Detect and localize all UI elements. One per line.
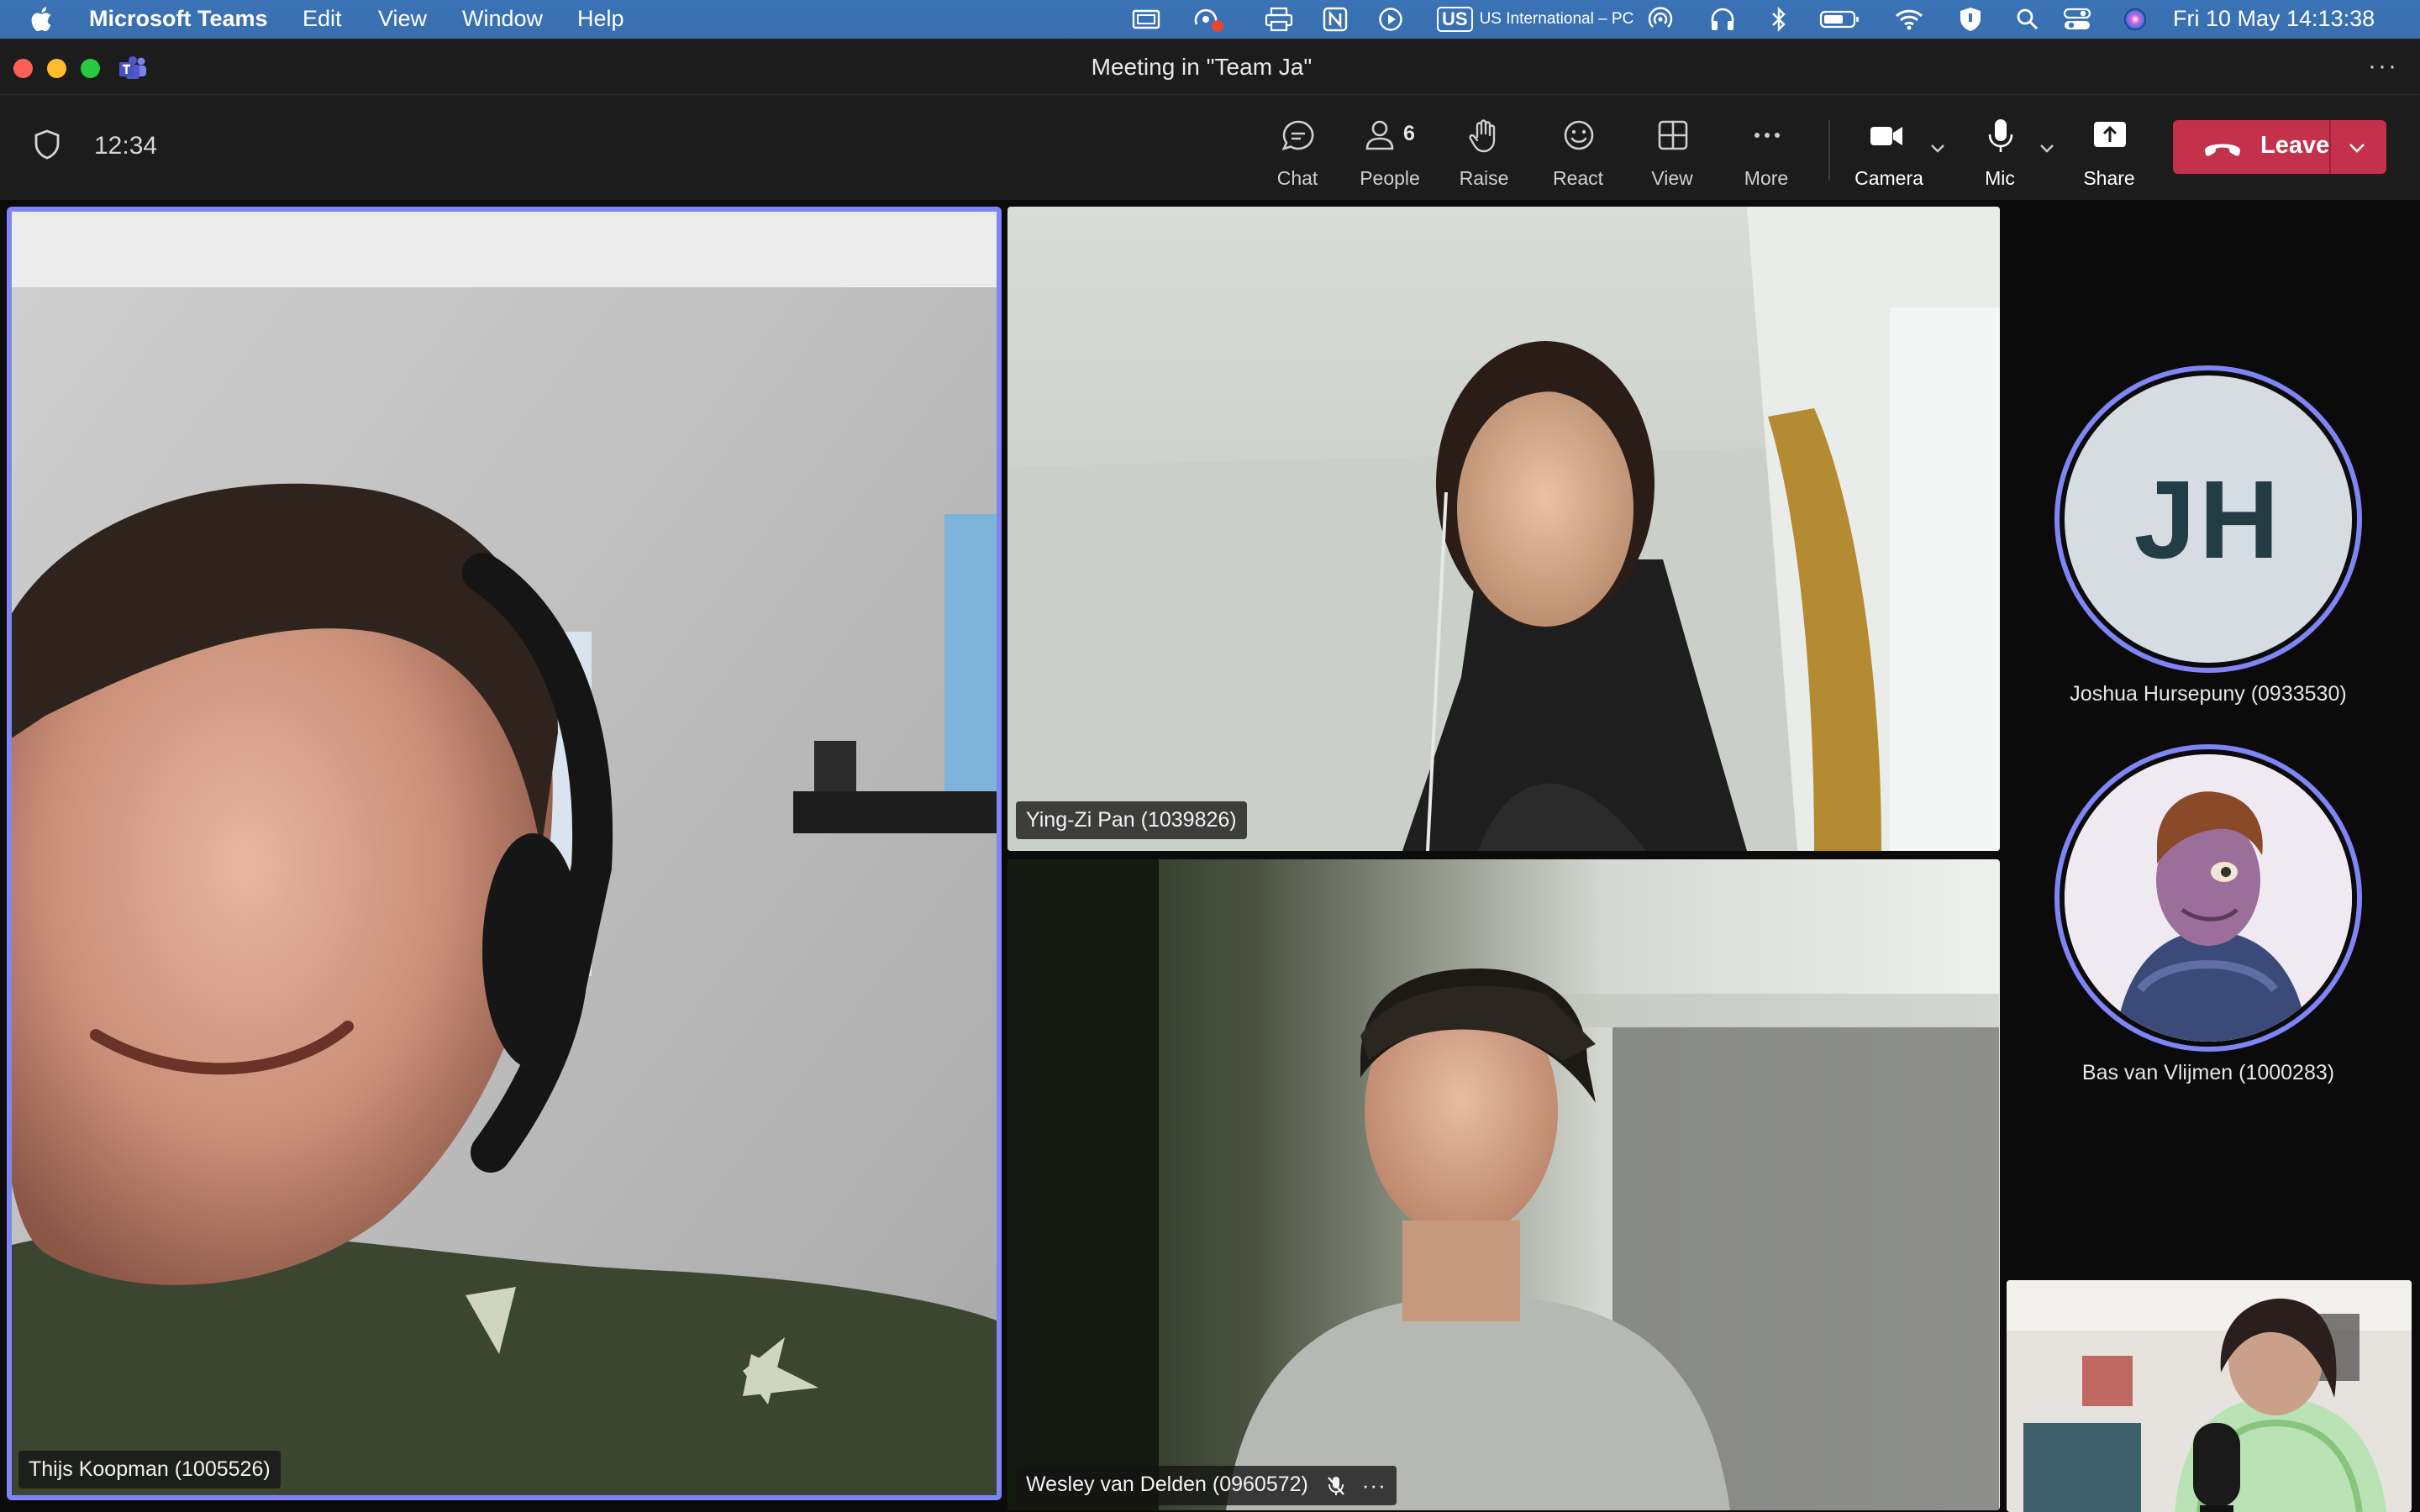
avatar-initials: JH [2133, 457, 2283, 581]
bluetooth-icon[interactable] [1766, 5, 1791, 34]
mic-label: Mic [1985, 167, 2015, 189]
mic-options-chevron-icon[interactable] [2035, 137, 2059, 160]
window-more-button[interactable]: ··· [2368, 52, 2398, 81]
app-menu[interactable]: Microsoft Teams [89, 6, 268, 32]
camera-label: Camera [1854, 167, 1923, 189]
participant-name-tag: Wesley van Delden (0960572) ··· [1016, 1466, 1397, 1505]
vpn-shield-icon[interactable] [1956, 5, 1985, 34]
keyboard-layout: US International – PC [1479, 10, 1634, 28]
leave-options-chevron-icon[interactable] [2344, 135, 2370, 160]
menu-window[interactable]: Window [462, 6, 543, 32]
play-icon[interactable] [1375, 5, 1407, 34]
camera-options-chevron-icon[interactable] [1926, 137, 1949, 160]
leave-button[interactable]: Leave [2173, 120, 2386, 174]
menu-edit[interactable]: Edit [302, 6, 342, 32]
self-view-feed [2007, 1280, 2412, 1512]
view-button[interactable]: View [1630, 112, 1714, 189]
toolbar-divider [1828, 120, 1830, 181]
notion-icon[interactable] [1319, 5, 1351, 34]
people-icon [1365, 120, 1394, 150]
meeting-stage: Thijs Koopman (1005526) Ying-Zi Pan (103… [0, 200, 2420, 1512]
smiley-icon [1564, 120, 1594, 150]
mic-button[interactable]: Mic [1958, 112, 2042, 189]
video-tile-participant[interactable]: Ying-Zi Pan (1039826) [1007, 207, 2000, 851]
more-button[interactable]: More [1724, 112, 1808, 189]
participant-more-options-icon[interactable]: ··· [1362, 1473, 1386, 1499]
video-tile-main-speaker[interactable]: Thijs Koopman (1005526) [7, 207, 1002, 1500]
avatar-picture-image [2065, 754, 2352, 1042]
apple-logo-icon[interactable] [29, 5, 57, 34]
participant-name-label: Joshua Hursepuny (0933530) [2070, 682, 2347, 706]
view-label: View [1651, 167, 1693, 189]
people-count: 6 [1403, 122, 1415, 145]
participant-avatar-picture[interactable] [2054, 744, 2362, 1052]
screen-record-icon[interactable] [1190, 5, 1227, 34]
chat-icon [1281, 120, 1314, 151]
people-label: People [1360, 167, 1420, 189]
video-feed-top-right [1007, 207, 2000, 851]
share-label: Share [2083, 167, 2135, 189]
react-label: React [1552, 167, 1604, 189]
meeting-info-shield-icon[interactable] [34, 129, 60, 160]
window-titlebar: Meeting in "Team Ja" ··· [0, 39, 2420, 95]
share-button[interactable]: Share [2067, 112, 2151, 189]
clock[interactable]: Fri 10 May 14:13:38 [2173, 6, 2375, 32]
headphones-icon[interactable] [1706, 5, 1739, 34]
participant-avatar-initials[interactable]: JH [2054, 365, 2362, 673]
microphone-icon [1988, 119, 2013, 152]
more-dots-icon [1754, 133, 1780, 138]
camera-icon [1870, 127, 1902, 145]
participant-name-tag: Thijs Koopman (1005526) [18, 1451, 281, 1488]
control-center-icon[interactable] [2060, 5, 2094, 34]
camera-button[interactable]: Camera [1847, 112, 1931, 189]
keyboard-input-menu[interactable]: US US International – PC [1437, 7, 1634, 32]
hang-up-phone-icon [2205, 144, 2240, 156]
participant-name-tag: Ying-Zi Pan (1039826) [1016, 801, 1247, 839]
grid-view-icon [1658, 120, 1688, 150]
menu-view[interactable]: View [378, 6, 427, 32]
participant-name: Wesley van Delden (0960572) [1026, 1473, 1308, 1497]
chat-button[interactable]: Chat [1255, 112, 1339, 189]
video-feed-main [12, 212, 997, 1495]
people-button[interactable]: 6 People [1348, 112, 1432, 189]
participant-name-label: Bas van Vlijmen (1000283) [2081, 1061, 2335, 1084]
chat-label: Chat [1276, 167, 1318, 189]
macos-menubar: Microsoft Teams Edit View Window Help US… [0, 0, 2420, 39]
window-title: Meeting in "Team Ja" [1091, 54, 1313, 80]
more-label: More [1744, 167, 1789, 189]
meeting-toolbar: 12:34 Chat 6 People Raise React View Mor… [0, 95, 2420, 200]
leave-label: Leave [2260, 132, 2330, 159]
meeting-timer: 12:34 [94, 132, 158, 160]
raise-label: Raise [1459, 167, 1509, 189]
siri-icon[interactable] [2119, 5, 2151, 34]
video-tile-participant[interactable]: Wesley van Delden (0960572) ··· [1007, 859, 2000, 1510]
leave-split-divider [2329, 120, 2331, 174]
wifi-icon[interactable] [1892, 5, 1926, 34]
react-button[interactable]: React [1536, 112, 1620, 189]
raise-hand-button[interactable]: Raise [1442, 112, 1526, 189]
airdrop-icon[interactable] [1644, 5, 1677, 34]
self-view-video[interactable] [2007, 1280, 2412, 1512]
spotlight-search-icon[interactable] [2013, 5, 2042, 34]
raise-hand-icon [1469, 119, 1496, 153]
share-screen-icon [2094, 122, 2126, 147]
battery-icon[interactable] [1817, 5, 1864, 34]
menu-help[interactable]: Help [577, 6, 624, 32]
display-mirror-icon[interactable] [1129, 5, 1163, 34]
video-feed-bottom-right [1007, 859, 2000, 1510]
mic-muted-icon [1327, 1476, 1344, 1495]
keyboard-code: US [1437, 7, 1473, 32]
printer-icon[interactable] [1262, 5, 1296, 34]
